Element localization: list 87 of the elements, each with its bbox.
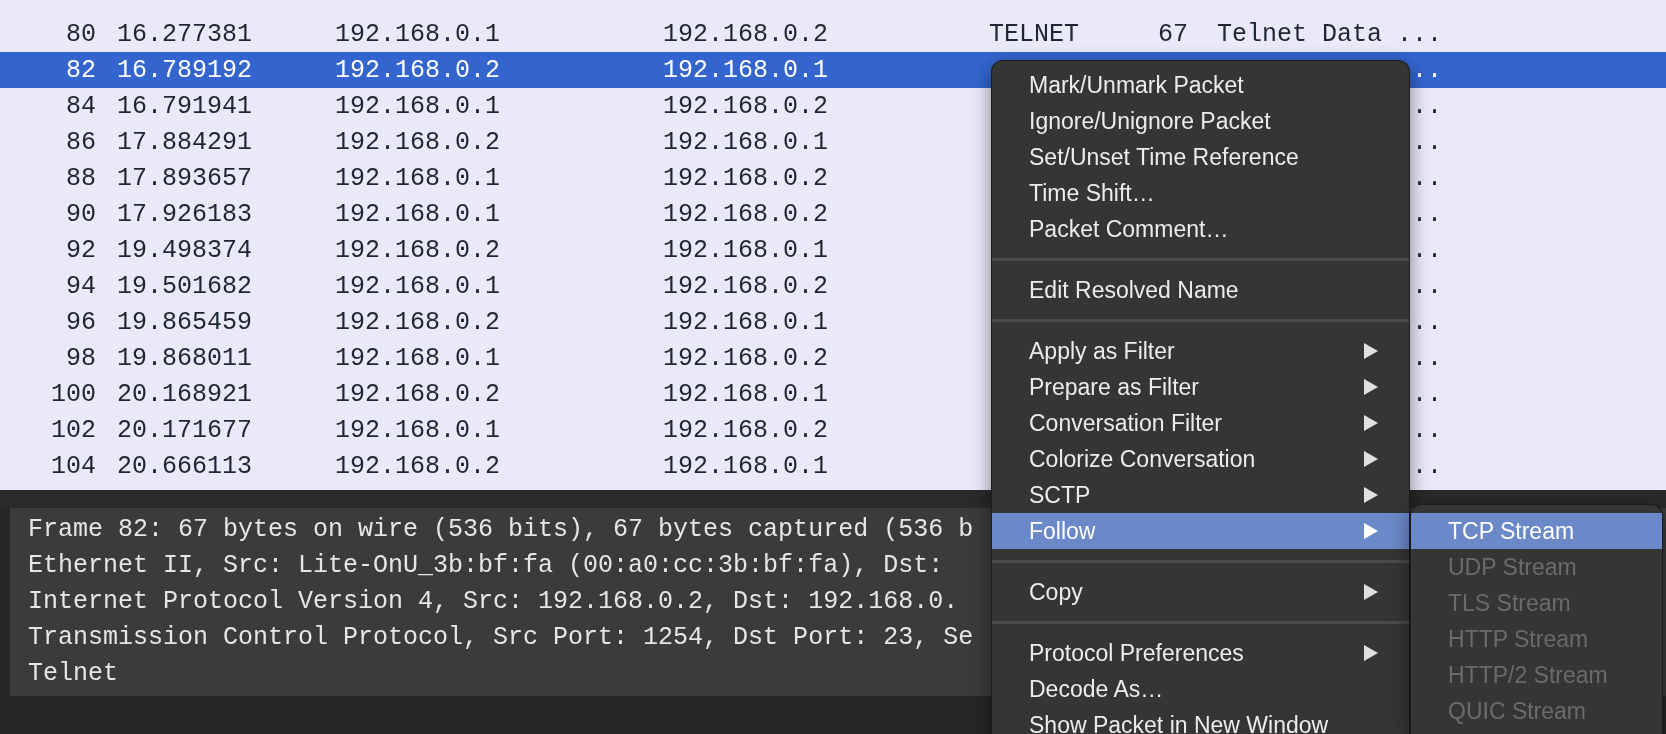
table-cell[interactable]: 19.868011 (117, 344, 253, 373)
table-cell[interactable]: 192.168.0.2 (335, 56, 501, 85)
table-cell[interactable]: .. (1412, 272, 1442, 301)
table-cell[interactable]: 192.168.0.2 (663, 164, 829, 193)
table-cell[interactable]: 96 (66, 308, 96, 337)
table-cell[interactable]: 16.791941 (117, 92, 253, 121)
table-cell[interactable]: .. (1412, 164, 1442, 193)
table-cell[interactable]: Telnet Data ... (1216, 20, 1442, 49)
table-cell[interactable]: 98 (66, 344, 96, 373)
table-cell[interactable]: .. (1412, 200, 1442, 229)
table-cell[interactable]: 192.168.0.2 (335, 308, 501, 337)
table-cell[interactable]: 192.168.0.1 (663, 56, 829, 85)
table-cell[interactable]: 20.168921 (117, 380, 253, 409)
menu-item[interactable]: Apply as Filter (992, 333, 1409, 369)
detail-line[interactable]: Internet Protocol Version 4, Src: 192.168.0.2, Dst: 192.168.0. (28, 587, 959, 616)
table-cell[interactable]: TELNET (989, 20, 1079, 49)
table-cell[interactable]: .. (1412, 452, 1442, 481)
menu-item[interactable]: Set/Unset Time Reference (992, 139, 1409, 175)
table-cell[interactable]: 80 (66, 20, 96, 49)
table-cell[interactable]: 192.168.0.2 (335, 452, 501, 481)
table-cell[interactable]: 192.168.0.1 (335, 20, 501, 49)
table-cell[interactable]: 192.168.0.2 (663, 272, 829, 301)
table-cell[interactable]: 192.168.0.1 (335, 344, 501, 373)
table-cell[interactable]: .. (1412, 308, 1442, 337)
table-cell[interactable]: 192.168.0.2 (663, 200, 829, 229)
menu-item[interactable]: Prepare as Filter (992, 369, 1409, 405)
table-cell[interactable]: .. (1412, 380, 1442, 409)
table-cell[interactable]: 19.865459 (117, 308, 253, 337)
table-cell[interactable]: .. (1412, 128, 1442, 157)
menu-item[interactable]: SCTP (992, 477, 1409, 513)
table-cell[interactable]: .. (1412, 92, 1442, 121)
table-cell[interactable]: 17.893657 (117, 164, 253, 193)
menu-item[interactable]: Protocol Preferences (992, 635, 1409, 671)
table-cell[interactable]: 17.926183 (117, 200, 253, 229)
table-cell[interactable]: 192.168.0.1 (663, 236, 829, 265)
detail-line[interactable]: Ethernet II, Src: Lite-OnU_3b:bf:fa (00:a0:cc:3b:bf:fa), Dst: (28, 551, 944, 580)
table-cell[interactable]: 192.168.0.2 (663, 416, 829, 445)
table-cell[interactable]: 20.666113 (117, 452, 253, 481)
table-cell[interactable]: .. (1412, 344, 1442, 373)
detail-line[interactable]: Frame 82: 67 bytes on wire (536 bits), 67 bytes captured (536 b (28, 515, 974, 544)
table-cell[interactable]: 192.168.0.2 (335, 236, 501, 265)
table-cell[interactable]: 192.168.0.1 (335, 164, 501, 193)
table-cell[interactable]: 192.168.0.1 (335, 200, 501, 229)
detail-line[interactable]: Transmission Control Protocol, Src Port: 1254, Dst Port: 23, Se (28, 623, 974, 652)
table-cell[interactable]: 192.168.0.2 (335, 380, 501, 409)
table-cell[interactable]: 20.171677 (117, 416, 253, 445)
menu-item[interactable]: Conversation Filter (992, 405, 1409, 441)
menu-item[interactable]: Copy (992, 574, 1409, 610)
table-cell[interactable]: 100 (51, 380, 96, 409)
table-cell[interactable]: 92 (66, 236, 96, 265)
table-cell[interactable]: 86 (66, 128, 96, 157)
table-cell[interactable]: .. (1412, 416, 1442, 445)
table-cell[interactable]: 16.277381 (117, 20, 253, 49)
menu-item[interactable]: Show Packet in New Window (992, 707, 1409, 734)
menu-item[interactable]: Colorize Conversation (992, 441, 1409, 477)
menu-item[interactable]: Edit Resolved Name (992, 272, 1409, 308)
table-cell[interactable]: 84 (66, 92, 96, 121)
menu-item[interactable]: Ignore/Unignore Packet (992, 103, 1409, 139)
table-cell[interactable]: 192.168.0.2 (663, 92, 829, 121)
table-cell[interactable]: 19.498374 (117, 236, 253, 265)
table-cell[interactable]: .. (1412, 56, 1442, 85)
table-cell[interactable]: 82 (66, 56, 96, 85)
table-cell[interactable]: 192.168.0.1 (663, 128, 829, 157)
table-cell[interactable]: 192.168.0.2 (335, 128, 501, 157)
table-cell[interactable]: 192.168.0.1 (335, 272, 501, 301)
table-cell[interactable]: 192.168.0.2 (663, 20, 829, 49)
table-cell[interactable]: .. (1412, 236, 1442, 265)
table-cell[interactable]: 192.168.0.1 (663, 452, 829, 481)
table-cell[interactable]: 17.884291 (117, 128, 253, 157)
table-cell[interactable]: 102 (51, 416, 96, 445)
detail-line[interactable]: Telnet (28, 659, 118, 688)
menu-item[interactable]: Decode As… (992, 671, 1409, 707)
menu-item[interactable]: Mark/Unmark Packet (992, 67, 1409, 103)
table-cell[interactable]: 88 (66, 164, 96, 193)
table-cell[interactable]: 192.168.0.1 (335, 92, 501, 121)
table-cell[interactable]: 19.501682 (117, 272, 253, 301)
menu-item[interactable]: Time Shift… (992, 175, 1409, 211)
table-cell[interactable]: 192.168.0.1 (335, 416, 501, 445)
table-cell[interactable]: 90 (66, 200, 96, 229)
table-cell[interactable]: 192.168.0.1 (663, 308, 829, 337)
table-cell[interactable]: 67 (1158, 20, 1188, 49)
table-cell[interactable]: 104 (51, 452, 96, 481)
table-cell[interactable]: 94 (66, 272, 96, 301)
table-cell[interactable]: 192.168.0.2 (663, 344, 829, 373)
table-cell[interactable]: 16.789192 (117, 56, 253, 85)
table-cell[interactable]: 192.168.0.1 (663, 380, 829, 409)
menu-item[interactable]: Packet Comment… (992, 211, 1409, 247)
